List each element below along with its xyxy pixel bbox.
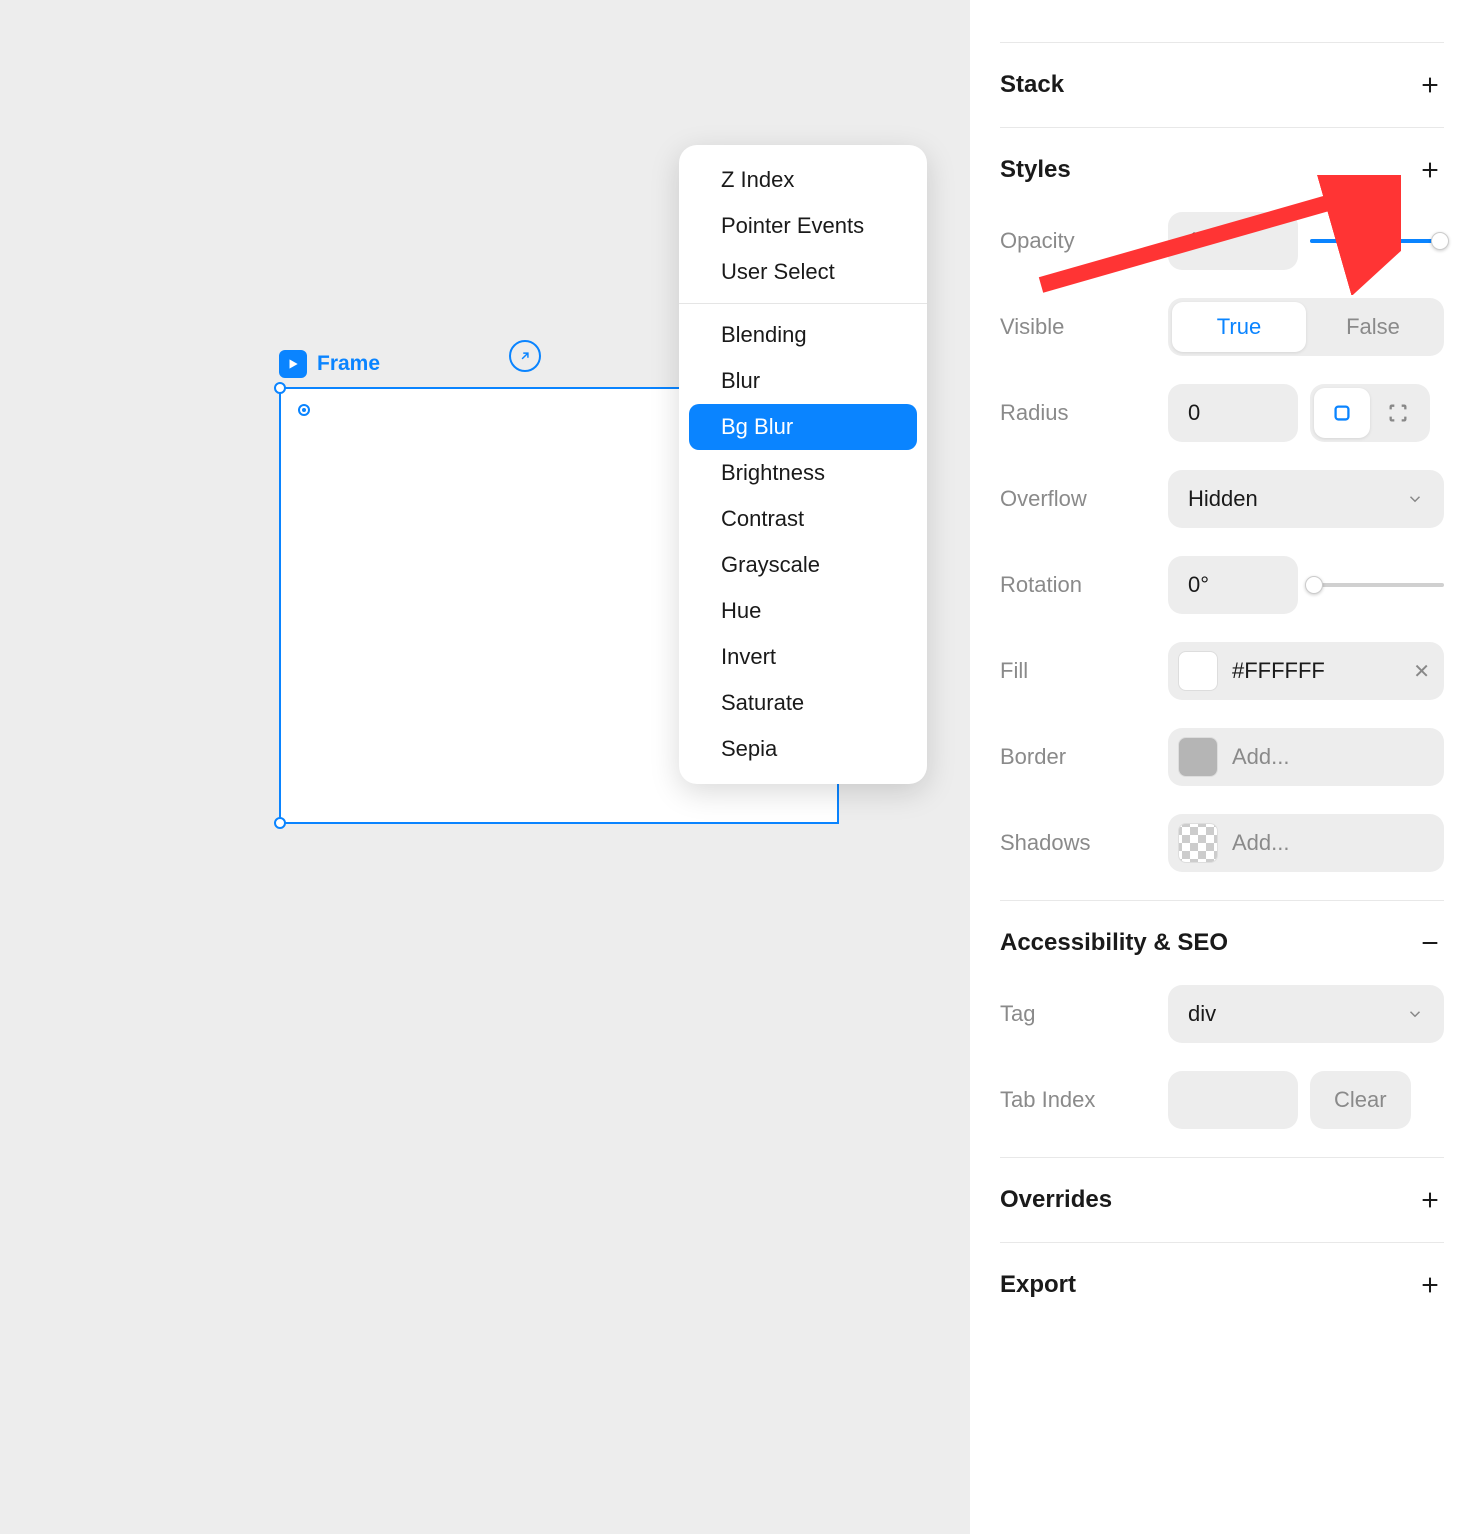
fill-value: #FFFFFF [1232,658,1399,684]
visible-true-button[interactable]: True [1172,302,1306,352]
export-title: Export [1000,1271,1076,1299]
styles-title: Styles [1000,156,1071,184]
chevron-down-icon [1406,490,1424,508]
tabindex-input[interactable] [1168,1071,1298,1129]
tag-select[interactable]: div [1168,985,1444,1043]
tabindex-label: Tab Index [1000,1087,1150,1113]
border-label: Border [1000,744,1150,770]
menu-item-invert[interactable]: Invert [689,634,917,680]
menu-item-brightness[interactable]: Brightness [689,450,917,496]
border-input[interactable]: Add... [1168,728,1444,786]
rotation-label: Rotation [1000,572,1150,598]
tabindex-clear-button[interactable]: Clear [1310,1071,1411,1129]
opacity-label: Opacity [1000,228,1150,254]
resize-handle-tl[interactable] [274,382,286,394]
menu-item-pointer-events[interactable]: Pointer Events [689,203,917,249]
menu-item-user-select[interactable]: User Select [689,249,917,295]
menu-item-z-index[interactable]: Z Index [689,157,917,203]
radius-all-button[interactable] [1314,388,1370,438]
visible-label: Visible [1000,314,1150,340]
menu-item-blur[interactable]: Blur [689,358,917,404]
stack-add-button[interactable] [1416,71,1444,99]
section-export: Export [1000,1243,1444,1327]
frame-label-bar[interactable]: Frame [279,350,380,378]
section-stack: Stack [1000,42,1444,128]
menu-item-hue[interactable]: Hue [689,588,917,634]
play-icon [279,350,307,378]
radius-mode-segmented [1310,384,1430,442]
radius-label: Radius [1000,400,1150,426]
overflow-value: Hidden [1188,486,1258,512]
rotation-slider[interactable] [1310,583,1444,587]
tag-label: Tag [1000,1001,1150,1027]
fill-swatch[interactable] [1178,651,1218,691]
menu-item-grayscale[interactable]: Grayscale [689,542,917,588]
overrides-add-button[interactable] [1416,1186,1444,1214]
opacity-slider[interactable] [1310,239,1444,243]
border-swatch[interactable] [1178,737,1218,777]
overflow-select[interactable]: Hidden [1168,470,1444,528]
menu-item-contrast[interactable]: Contrast [689,496,917,542]
fill-color-input[interactable]: #FFFFFF ✕ [1168,642,1444,700]
shadows-input[interactable]: Add... [1168,814,1444,872]
radius-individual-button[interactable] [1370,388,1426,438]
open-external-icon[interactable] [509,340,541,372]
visible-false-button[interactable]: False [1306,302,1440,352]
section-styles: Styles Opacity Visible True False Radius [1000,128,1444,901]
a11y-title: Accessibility & SEO [1000,929,1228,957]
menu-item-bg-blur[interactable]: Bg Blur [689,404,917,450]
overflow-label: Overflow [1000,486,1150,512]
menu-item-saturate[interactable]: Saturate [689,680,917,726]
fill-clear-icon[interactable]: ✕ [1413,659,1430,684]
resize-handle-bl[interactable] [274,817,286,829]
shadows-placeholder: Add... [1232,830,1430,856]
rotation-input[interactable] [1168,556,1298,614]
export-add-button[interactable] [1416,1271,1444,1299]
radius-input[interactable] [1168,384,1298,442]
menu-divider [679,303,927,304]
menu-item-blending[interactable]: Blending [689,312,917,358]
border-placeholder: Add... [1232,744,1430,770]
fill-label: Fill [1000,658,1150,684]
stack-title: Stack [1000,71,1064,99]
anchor-icon[interactable] [298,404,310,416]
section-accessibility: Accessibility & SEO Tag div Tab Index Cl… [1000,901,1444,1158]
chevron-down-icon [1406,1005,1424,1023]
tag-value: div [1188,1001,1216,1027]
visible-segmented: True False [1168,298,1444,356]
styles-add-button[interactable] [1416,156,1444,184]
styles-context-menu[interactable]: Z Index Pointer Events User Select Blend… [679,145,927,784]
opacity-input[interactable] [1168,212,1298,270]
section-overrides: Overrides [1000,1158,1444,1243]
a11y-collapse-button[interactable] [1416,929,1444,957]
overrides-title: Overrides [1000,1186,1112,1214]
properties-panel: Stack Styles Opacity Visible True [970,0,1474,1534]
shadows-label: Shadows [1000,830,1150,856]
frame-name[interactable]: Frame [317,352,380,376]
menu-item-sepia[interactable]: Sepia [689,726,917,772]
shadows-swatch[interactable] [1178,823,1218,863]
